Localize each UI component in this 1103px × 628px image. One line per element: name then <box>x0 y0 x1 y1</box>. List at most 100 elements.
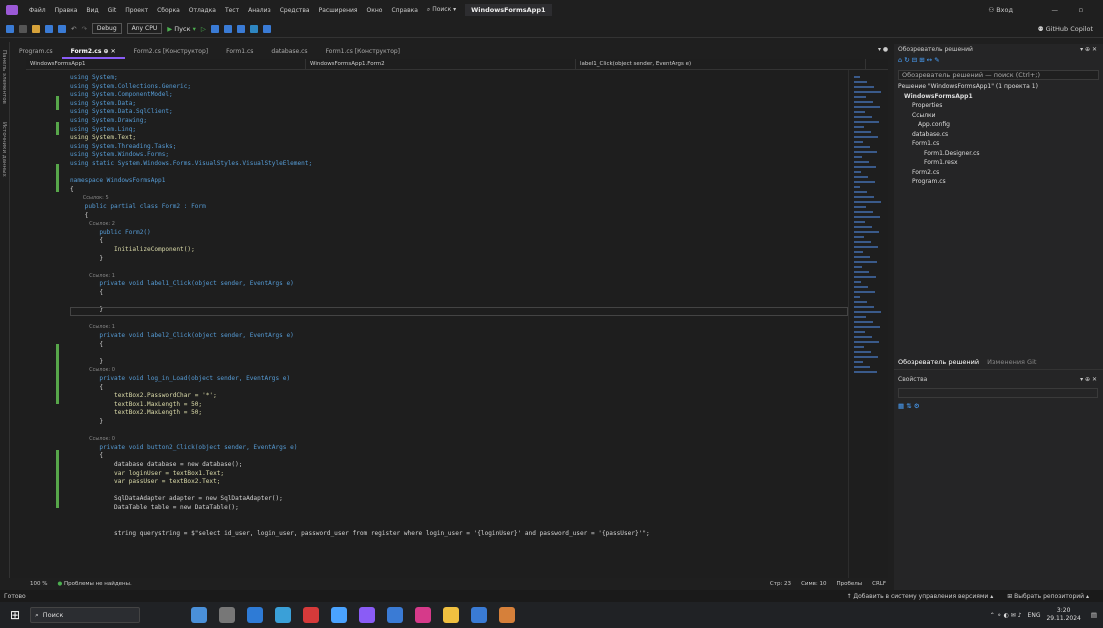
tab-solution-explorer[interactable]: Обозреватель решений <box>898 358 979 369</box>
tab-3[interactable]: Form1.cs <box>217 46 262 59</box>
tab-git-changes[interactable]: Изменения Git <box>987 358 1036 369</box>
taskbar-app-icon[interactable] <box>387 607 404 623</box>
tool-icon-5[interactable] <box>262 24 271 33</box>
change-indicator <box>56 122 59 135</box>
minimap-line <box>854 96 866 98</box>
taskbar-app-icon[interactable] <box>471 607 488 623</box>
nav-project[interactable]: WindowsFormsApp1 <box>26 58 306 70</box>
clock[interactable]: 3:20 29.11.2024 <box>1046 607 1080 623</box>
tab-1[interactable]: Form2.cs ⊕ ✕ <box>61 46 125 59</box>
solution-tree-item[interactable]: Form1.resx <box>898 158 1103 168</box>
menu-item[interactable]: Правка <box>55 7 78 14</box>
minimap-line <box>854 306 874 308</box>
code-text: public partial class Form2 : Form <box>70 203 206 210</box>
copilot-button[interactable]: ⚉ GitHub Copilot <box>1038 25 1093 33</box>
solution-tree-item[interactable]: WindowsFormsApp1 <box>898 92 1103 102</box>
menu-item[interactable]: Сборка <box>157 7 180 14</box>
menu-item[interactable]: Файл <box>29 7 46 14</box>
tray-icons[interactable]: ⌃ ⚬ ◐ ✉ ♪ <box>990 612 1022 619</box>
tab-5[interactable]: Form1.cs [Конструктор] <box>317 46 409 59</box>
platform-select[interactable]: Any CPU <box>126 23 163 34</box>
save-all-icon[interactable] <box>58 24 66 33</box>
tool-icon-4[interactable] <box>249 24 258 33</box>
start-icon[interactable]: ⊞ <box>10 608 20 622</box>
datasources-tab[interactable]: Источники данных <box>1 122 7 177</box>
solution-tree-item[interactable]: Ссылки <box>898 111 1103 121</box>
tool-icon-3[interactable] <box>236 24 245 33</box>
zoom-level[interactable]: 100 % <box>30 581 47 587</box>
minimap-line <box>854 221 865 223</box>
taskbar-app-icon[interactable] <box>359 607 376 623</box>
tab-0[interactable]: Program.cs <box>10 46 62 59</box>
tool-icon-1[interactable] <box>210 24 219 33</box>
close-tab-icon[interactable]: ⊕ ✕ <box>101 48 116 55</box>
lang-indicator[interactable]: ENG <box>1028 612 1041 619</box>
run-button[interactable]: ▶ Пуск ▾ <box>167 25 196 33</box>
solution-search-input[interactable]: Обозреватель решений — поиск (Ctrl+;) <box>898 70 1099 80</box>
tab-overflow-icon[interactable]: ▾ ● <box>878 46 888 53</box>
taskbar-app-icon[interactable] <box>499 607 516 623</box>
open-icon[interactable] <box>32 24 40 33</box>
menu-item[interactable]: Git <box>108 7 117 14</box>
run-without-debug-icon[interactable]: ▷ <box>201 25 206 33</box>
nav-class[interactable]: WindowsFormsApp1.Form2 <box>306 58 576 70</box>
tab-2[interactable]: Form2.cs [Конструктор] <box>125 46 217 59</box>
minimap-line <box>854 211 873 213</box>
back-icon[interactable] <box>6 24 14 33</box>
menu-item[interactable]: Тест <box>225 7 239 14</box>
eol-indicator[interactable]: CRLF <box>872 581 886 587</box>
search-menu[interactable]: ⌕ Поиск ▾ <box>427 6 456 14</box>
solution-tree-item[interactable]: Form1.Designer.cs <box>898 149 1103 159</box>
menu-item[interactable]: Расширения <box>319 7 358 14</box>
toolbox-tab[interactable]: Панель элементов <box>1 50 7 104</box>
sign-in-button[interactable]: ⚇ Вход <box>988 6 1013 14</box>
taskbar-app-icon[interactable] <box>331 607 348 623</box>
menu-item[interactable]: Окно <box>367 7 383 14</box>
solution-tree-item[interactable]: App.config <box>898 120 1103 130</box>
solution-toolbar[interactable]: ⌂ ↻ ⊟ ⊞ ↔ ✎ <box>894 56 1103 68</box>
redo-icon[interactable]: ↷ <box>81 25 86 33</box>
menu-item[interactable]: Отладка <box>189 7 216 14</box>
taskbar-app-icon[interactable] <box>443 607 460 623</box>
minimap-line <box>854 361 863 363</box>
solution-tree-item[interactable]: Form2.cs <box>898 168 1103 178</box>
solution-tree-item[interactable]: Program.cs <box>898 177 1103 187</box>
tab-4[interactable]: database.cs <box>262 46 316 59</box>
spaces-indicator[interactable]: Пробелы <box>836 581 862 587</box>
minimap[interactable] <box>848 70 888 578</box>
taskbar-app-icon[interactable] <box>275 607 292 623</box>
minimize-button[interactable]: — <box>1052 6 1059 14</box>
menu-item[interactable]: Анализ <box>248 7 271 14</box>
taskbar-app-icon[interactable] <box>247 607 264 623</box>
code-text: } <box>70 418 104 425</box>
menu-item[interactable]: Проект <box>125 7 148 14</box>
taskbar-app-icon[interactable] <box>219 607 236 623</box>
properties-object-select[interactable] <box>898 388 1098 398</box>
maximize-button[interactable]: ▫ <box>1079 6 1083 14</box>
tool-icon-2[interactable] <box>223 24 232 33</box>
menu-item[interactable]: Средства <box>280 7 310 14</box>
taskbar-search[interactable]: ⌕ Поиск <box>30 607 141 623</box>
select-repository[interactable]: ⊞ Выбрать репозиторий ▴ <box>1007 593 1089 600</box>
nav-member[interactable]: label1_Click(object sender, EventArgs e) <box>576 58 866 70</box>
menu-item[interactable]: Справка <box>391 7 417 14</box>
add-to-source-control[interactable]: ↑ Добавить в систему управления версиями… <box>846 593 993 600</box>
solution-tree-item[interactable]: Решение "WindowsFormsApp1" (1 проекта 1) <box>898 82 1103 92</box>
taskbar-app-icon[interactable] <box>303 607 320 623</box>
code-editor[interactable]: using System; using System.Collections.Ge… <box>10 70 848 578</box>
taskbar-app-icon[interactable] <box>191 607 208 623</box>
save-icon[interactable] <box>45 24 53 33</box>
solution-tree-item[interactable]: Form1.cs <box>898 139 1103 149</box>
notification-icon[interactable]: ▤ <box>1091 611 1097 619</box>
current-line-highlight <box>70 307 848 316</box>
solution-tree-item[interactable]: Properties <box>898 101 1103 111</box>
config-select[interactable]: Debug <box>91 23 122 34</box>
solution-tree-item[interactable]: database.cs <box>898 130 1103 140</box>
properties-toolbar[interactable]: ▦ ⇅ ⚙ <box>898 402 920 410</box>
menu-item[interactable]: Вид <box>86 7 98 14</box>
taskbar-app-icon[interactable] <box>415 607 432 623</box>
undo-icon[interactable]: ↶ <box>71 25 76 33</box>
minimap-line <box>854 121 879 123</box>
new-item-icon[interactable] <box>19 24 27 33</box>
problems-indicator[interactable]: ● Проблемы не найдены. <box>57 581 131 587</box>
